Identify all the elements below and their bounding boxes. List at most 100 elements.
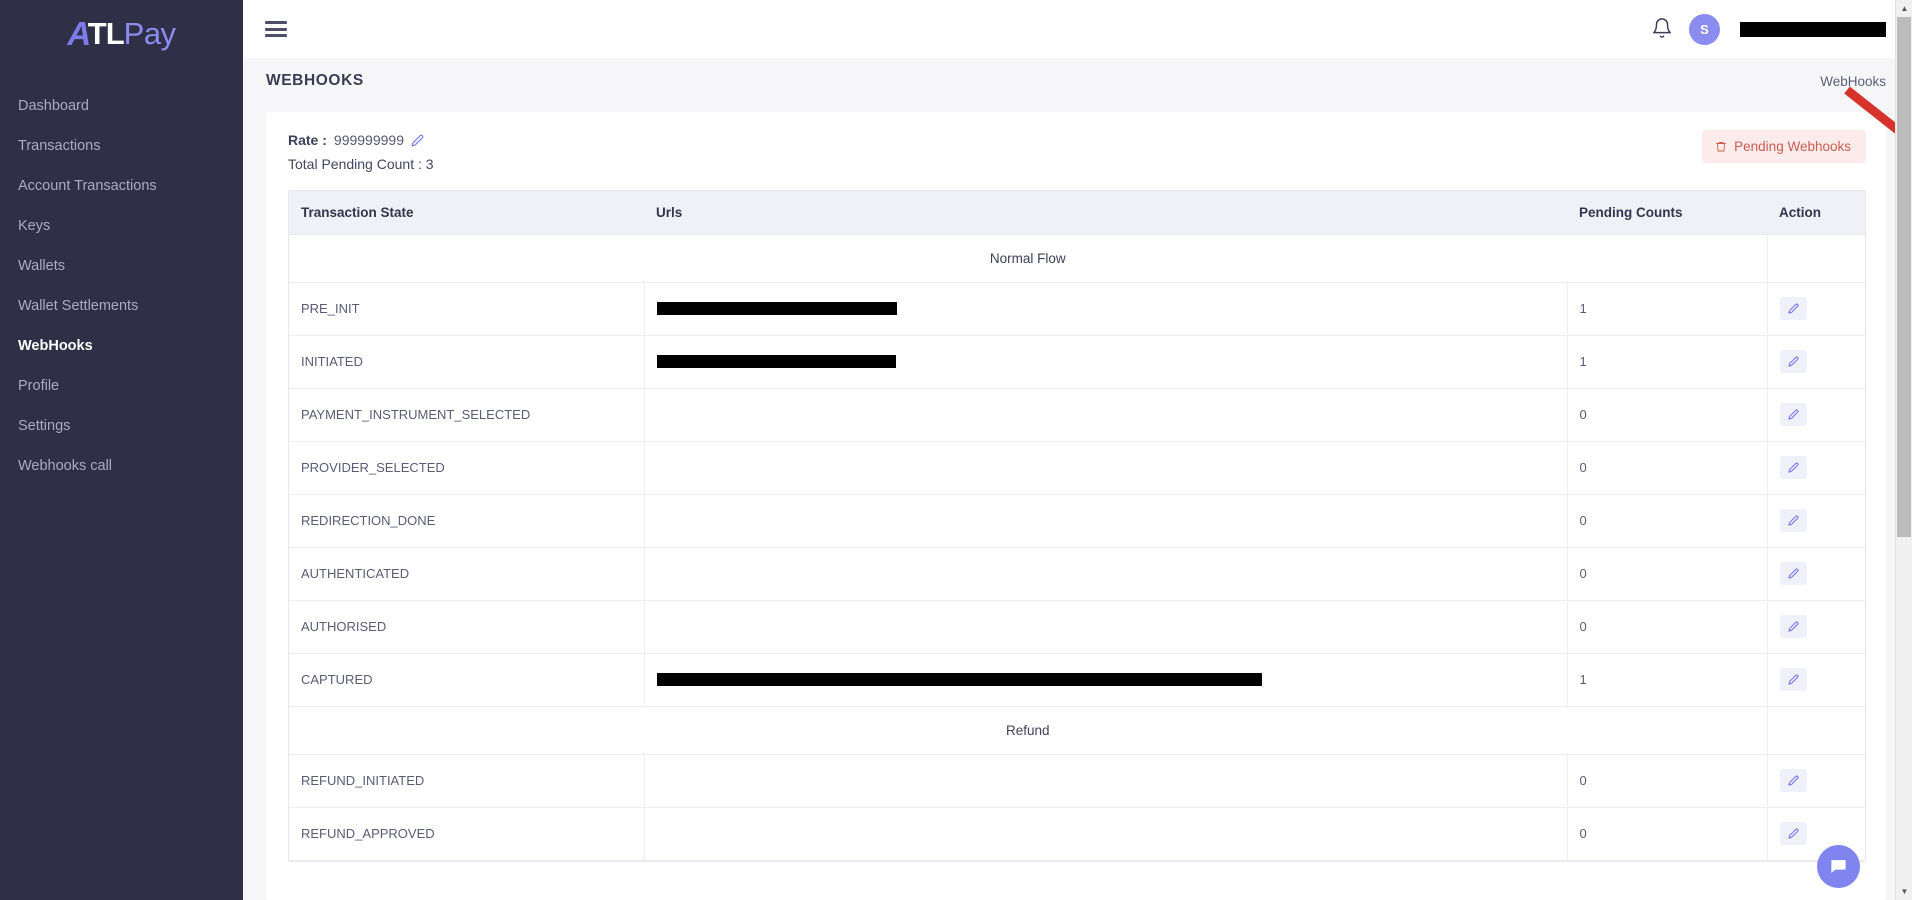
cell-url <box>644 388 1568 442</box>
sidebar-item-wallets[interactable]: Wallets <box>0 246 243 286</box>
cell-pending-count: 0 <box>1567 441 1768 495</box>
chat-bubble-icon[interactable] <box>1817 845 1860 888</box>
url-redacted <box>656 673 1262 686</box>
pending-webhooks-label: Pending Webhooks <box>1734 139 1851 154</box>
cell-pending-count: 0 <box>1567 494 1768 548</box>
cell-pending-count: 0 <box>1567 388 1768 442</box>
cell-url <box>644 754 1568 808</box>
edit-webhook-button[interactable] <box>1779 509 1807 532</box>
trash-icon <box>1715 140 1727 153</box>
cell-transaction-state: PROVIDER_SELECTED <box>289 441 645 495</box>
rate-row: Rate : 999999999 <box>288 132 434 148</box>
page-title: WEBHOOKS <box>266 72 364 89</box>
bell-icon[interactable] <box>1651 17 1673 41</box>
table-section-row: Refund <box>289 706 1865 755</box>
cell-url <box>644 335 1568 389</box>
edit-webhook-button[interactable] <box>1779 668 1807 691</box>
cell-url <box>644 441 1568 495</box>
edit-webhook-button[interactable] <box>1779 456 1807 479</box>
cell-action <box>1767 653 1865 707</box>
page-scrollbar[interactable]: ▲ ▼ <box>1895 0 1912 900</box>
scroll-thumb[interactable] <box>1897 17 1911 537</box>
cell-transaction-state: REFUND_INITIATED <box>289 754 645 808</box>
cell-action <box>1767 547 1865 601</box>
cell-pending-count: 1 <box>1567 335 1768 389</box>
table-row: AUTHORISED 0 <box>289 600 1865 654</box>
table-row: PAYMENT_INSTRUMENT_SELECTED 0 <box>289 388 1865 442</box>
total-pending-count: Total Pending Count : 3 <box>288 156 434 172</box>
cell-url <box>644 653 1568 707</box>
sidebar-item-profile[interactable]: Profile <box>0 366 243 406</box>
rate-label: Rate : <box>288 132 327 148</box>
table-section-label: Normal Flow <box>289 234 1767 283</box>
cell-pending-count: 1 <box>1567 282 1768 336</box>
table-row: REDIRECTION_DONE 0 <box>289 494 1865 548</box>
table-row: PROVIDER_SELECTED 0 <box>289 441 1865 495</box>
cell-url <box>644 494 1568 548</box>
column-header-action: Action <box>1767 191 1865 235</box>
brand-logo[interactable]: A TL Pay <box>0 2 243 64</box>
cell-action <box>1767 282 1865 336</box>
cell-pending-count: 1 <box>1567 653 1768 707</box>
cell-url <box>644 807 1568 861</box>
table-section-action-cell <box>1766 234 1865 283</box>
table-row: PRE_INIT 1 <box>289 282 1865 336</box>
sidebar-item-wallet-settlements[interactable]: Wallet Settlements <box>0 286 243 326</box>
url-redacted <box>656 302 897 315</box>
edit-webhook-button[interactable] <box>1779 615 1807 638</box>
sidebar-item-webhooks-call[interactable]: Webhooks call <box>0 446 243 486</box>
username-redacted <box>1740 21 1886 37</box>
cell-action <box>1767 388 1865 442</box>
cell-transaction-state: INITIATED <box>289 335 645 389</box>
column-header-pending-counts: Pending Counts <box>1567 191 1767 235</box>
hamburger-icon[interactable] <box>265 21 287 37</box>
webhooks-card: Rate : 999999999 Total Pending Count : 3 <box>266 112 1886 900</box>
sidebar: A TL Pay Dashboard Transactions Account Tr… <box>0 0 243 900</box>
edit-webhook-button[interactable] <box>1779 562 1807 585</box>
cell-action <box>1767 600 1865 654</box>
table-section-action-cell <box>1766 706 1865 755</box>
table-row: CAPTURED 1 <box>289 653 1865 707</box>
edit-webhook-button[interactable] <box>1779 822 1807 845</box>
pending-webhooks-button[interactable]: Pending Webhooks <box>1702 130 1866 163</box>
table-row: AUTHENTICATED 0 <box>289 547 1865 601</box>
cell-action <box>1767 754 1865 808</box>
avatar[interactable]: S <box>1689 13 1720 45</box>
sidebar-item-account-transactions[interactable]: Account Transactions <box>0 166 243 206</box>
cell-transaction-state: AUTHORISED <box>289 600 645 654</box>
cell-action <box>1767 335 1865 389</box>
cell-pending-count: 0 <box>1567 547 1768 601</box>
cell-transaction-state: PAYMENT_INSTRUMENT_SELECTED <box>289 388 645 442</box>
logo-primary-text: TL <box>87 15 125 51</box>
sidebar-item-webhooks[interactable]: WebHooks <box>0 326 243 366</box>
webhooks-table: Transaction State Urls Pending Counts Ac… <box>289 191 1865 861</box>
cell-pending-count: 0 <box>1567 807 1768 861</box>
cell-transaction-state: AUTHENTICATED <box>289 547 645 601</box>
cell-pending-count: 0 <box>1567 754 1768 808</box>
sidebar-item-transactions[interactable]: Transactions <box>0 126 243 166</box>
table-row: REFUND_INITIATED 0 <box>289 754 1865 808</box>
sidebar-item-settings[interactable]: Settings <box>0 406 243 446</box>
cell-url <box>644 600 1568 654</box>
edit-webhook-button[interactable] <box>1779 403 1807 426</box>
table-row: REFUND_APPROVED 0 <box>289 807 1865 861</box>
table-body: Normal Flow PRE_INIT 1 INITIATED 1 PAYMENT_IN… <box>289 234 1865 861</box>
topbar-right-group: S <box>1651 13 1886 45</box>
sidebar-item-keys[interactable]: Keys <box>0 206 243 246</box>
sidebar-item-dashboard[interactable]: Dashboard <box>0 86 243 126</box>
app-root: A TL Pay Dashboard Transactions Account Tr… <box>0 0 1912 900</box>
table-row: INITIATED 1 <box>289 335 1865 389</box>
main-content: S WEBHOOKS WebHooks Rate : 999999999 Tot… <box>243 0 1912 900</box>
edit-webhook-button[interactable] <box>1779 350 1807 373</box>
table-header-row: Transaction State Urls Pending Counts Ac… <box>289 191 1865 235</box>
scroll-down-icon[interactable]: ▼ <box>1896 883 1912 900</box>
column-header-transaction-state: Transaction State <box>289 191 644 235</box>
table-section-row: Normal Flow <box>289 234 1865 283</box>
url-redacted <box>656 355 896 368</box>
sidebar-nav: Dashboard Transactions Account Transacti… <box>0 86 243 486</box>
scroll-up-icon[interactable]: ▲ <box>1896 0 1912 17</box>
edit-webhook-button[interactable] <box>1779 769 1807 792</box>
card-meta-row: Rate : 999999999 Total Pending Count : 3 <box>266 128 1886 172</box>
pencil-icon[interactable] <box>411 134 424 147</box>
edit-webhook-button[interactable] <box>1779 297 1807 320</box>
